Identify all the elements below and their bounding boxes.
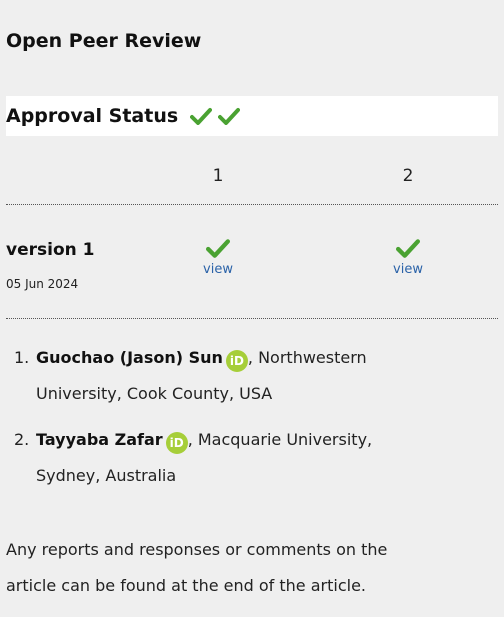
- reports-note: Any reports and responses or comments on…: [6, 532, 498, 604]
- reviewer-affiliation-cont: University, Cook County, USA: [36, 384, 273, 403]
- check-approved-icon: [218, 107, 241, 125]
- approval-status-checks: [190, 107, 241, 125]
- review-status-table: 1 2 version 1 05 Jun 2024 view view: [6, 152, 498, 322]
- approval-status-row: Approval Status: [6, 96, 498, 136]
- reviewer-affiliation: , Northwestern: [247, 348, 367, 367]
- table-divider: [6, 204, 498, 205]
- reviewer-name[interactable]: Tayyaba Zafar: [36, 430, 163, 449]
- check-approved-icon: [378, 238, 438, 258]
- reviewer-affiliation: , Macquarie University,: [187, 430, 373, 449]
- open-peer-review-panel: Open Peer Review Approval Status 1 2 ver…: [0, 0, 504, 617]
- view-report-link-1[interactable]: view: [188, 262, 248, 277]
- orcid-icon[interactable]: iD: [165, 432, 188, 454]
- column-header-reviewer-2: 2: [402, 166, 414, 186]
- version-label: version 1: [6, 240, 95, 260]
- reviewer-list: 1. Guochao (Jason) Sun iD, Northwestern U…: [6, 340, 498, 504]
- orcid-icon[interactable]: iD: [225, 350, 248, 372]
- reviewer-item-2: 2. Tayyaba Zafar iD, Macquarie University…: [6, 422, 498, 494]
- reports-note-line-2: article can be found at the end of the a…: [6, 576, 366, 595]
- version-date: 05 Jun 2024: [6, 277, 79, 291]
- reviewer-number: 2.: [14, 430, 30, 449]
- reviewer-name[interactable]: Guochao (Jason) Sun: [36, 348, 223, 367]
- review-cell-reviewer-1: view: [188, 238, 248, 277]
- table-divider: [6, 318, 498, 319]
- approval-status-label: Approval Status: [6, 105, 179, 127]
- panel-title: Open Peer Review: [6, 30, 202, 52]
- reports-note-line-1: Any reports and responses or comments on…: [6, 540, 388, 559]
- reviewer-item-1: 1. Guochao (Jason) Sun iD, Northwestern U…: [6, 340, 498, 412]
- review-cell-reviewer-2: view: [378, 238, 438, 277]
- reviewer-affiliation-cont: Sydney, Australia: [36, 466, 177, 485]
- check-approved-icon: [190, 107, 213, 125]
- reviewer-number: 1.: [14, 348, 30, 367]
- column-header-reviewer-1: 1: [212, 166, 224, 186]
- view-report-link-2[interactable]: view: [378, 262, 438, 277]
- check-approved-icon: [188, 238, 248, 258]
